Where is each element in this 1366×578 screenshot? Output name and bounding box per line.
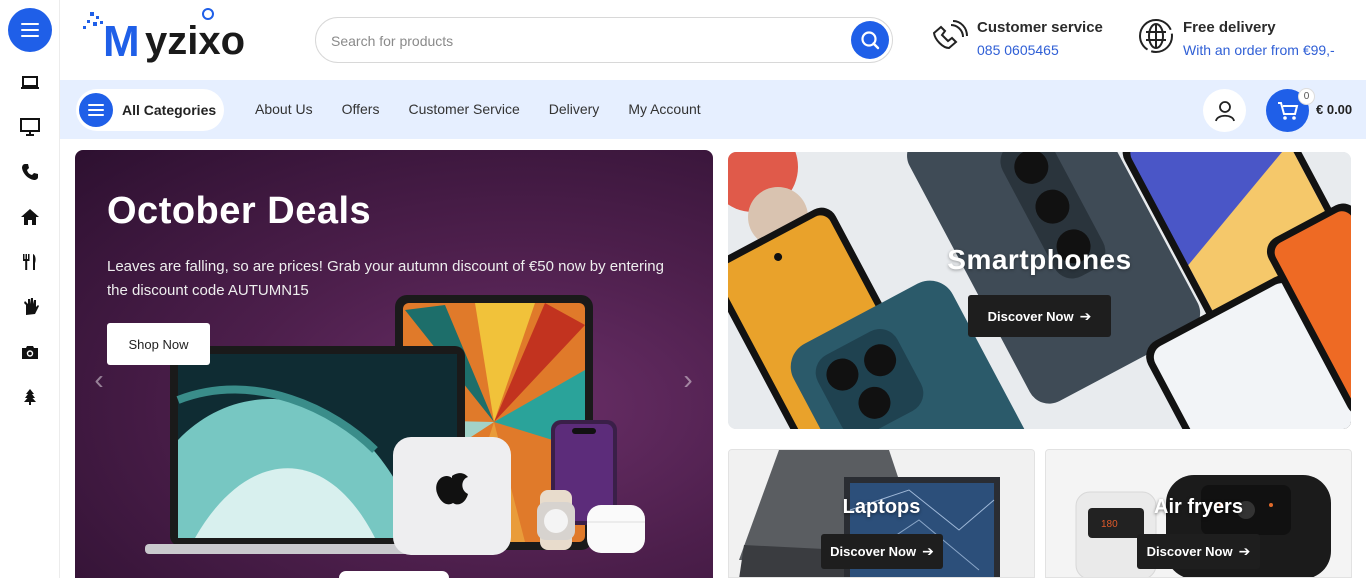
laptop-icon[interactable] [17,70,43,96]
arrow-right-icon: ➔ [1079,307,1092,324]
laptops-title: Laptops [842,496,921,518]
slider-secondary-button[interactable] [339,571,449,578]
nav-link-customer-service[interactable]: Customer Service [408,101,519,117]
all-categories-button[interactable]: All Categories [76,89,224,131]
monitor-icon[interactable] [17,114,43,140]
airfryers-banner[interactable]: 180 Air fryers Discover Now ➔ [1045,449,1352,578]
hero-slider: October Deals Leaves are falling, so are… [75,150,713,578]
laptops-discover-label: Discover Now [830,544,917,559]
nav-link-about-us[interactable]: About Us [255,101,313,117]
arrow-right-icon: ➔ [1238,543,1251,559]
airfryers-discover-button[interactable]: Discover Now ➔ [1137,534,1260,569]
customer-service-phone[interactable]: 085 0605465 [977,42,1103,58]
smartphones-image [728,152,1351,429]
nav-link-delivery[interactable]: Delivery [549,101,600,117]
account-button[interactable] [1203,89,1246,132]
main-navigation: All Categories About Us Offers Customer … [60,80,1366,139]
svg-text:180: 180 [1101,519,1118,530]
free-delivery-info: Free delivery With an order from €99,- [1137,17,1335,58]
svg-text:M: M [103,17,140,66]
laptops-banner[interactable]: Laptops Discover Now ➔ [728,449,1035,578]
phone-icon[interactable] [17,159,43,185]
camera-icon[interactable] [17,339,43,365]
cutlery-icon[interactable] [17,249,43,275]
tree-icon[interactable] [17,384,43,410]
home-icon[interactable] [17,204,43,230]
slider-next-arrow[interactable]: › [678,364,698,395]
smartphones-discover-label: Discover Now [987,308,1074,324]
svg-text:yzixo: yzixo [145,19,245,63]
nav-link-my-account[interactable]: My Account [628,101,700,117]
search-input[interactable] [331,30,841,52]
smartphones-title: Smartphones [947,244,1132,275]
customer-service-icon [931,17,969,55]
menu-toggle-button[interactable] [8,8,52,52]
customer-service-title: Customer service [977,19,1103,36]
smartphones-banner[interactable]: Smartphones Discover Now ➔ [728,152,1351,429]
search-icon [861,31,880,50]
hamburger-icon [21,23,39,37]
category-rail [0,0,60,578]
brand-logo[interactable]: M yzixo [83,8,273,70]
shop-now-button[interactable]: Shop Now [107,323,210,365]
slider-prev-arrow[interactable]: ‹ [89,364,109,395]
smartphones-discover-button[interactable]: Discover Now ➔ [968,295,1111,337]
airfryers-title: Air fryers [1154,496,1243,518]
search-bar [315,17,893,63]
cart-count-badge: 0 [1298,88,1315,105]
airfryers-discover-label: Discover Now [1146,544,1233,559]
hero-title: October Deals [107,190,372,232]
free-delivery-threshold: With an order from €99,- [1183,42,1335,58]
nav-links: About Us Offers Customer Service Deliver… [255,101,730,117]
hand-icon[interactable] [17,294,43,320]
all-categories-label: All Categories [122,102,217,118]
nav-link-offers[interactable]: Offers [342,101,380,117]
laptops-discover-button[interactable]: Discover Now ➔ [821,534,943,569]
search-button[interactable] [851,21,889,59]
customer-service-info: Customer service 085 0605465 [931,17,1103,58]
hero-text: Leaves are falling, so are prices! Grab … [107,258,664,299]
user-icon [1214,100,1235,121]
cart-icon [1277,101,1298,120]
arrow-right-icon: ➔ [922,543,934,559]
hamburger-icon [79,93,113,127]
globe-icon [1137,17,1175,55]
cart-total[interactable]: € 0.00 [1316,102,1352,117]
free-delivery-title: Free delivery [1183,19,1276,36]
